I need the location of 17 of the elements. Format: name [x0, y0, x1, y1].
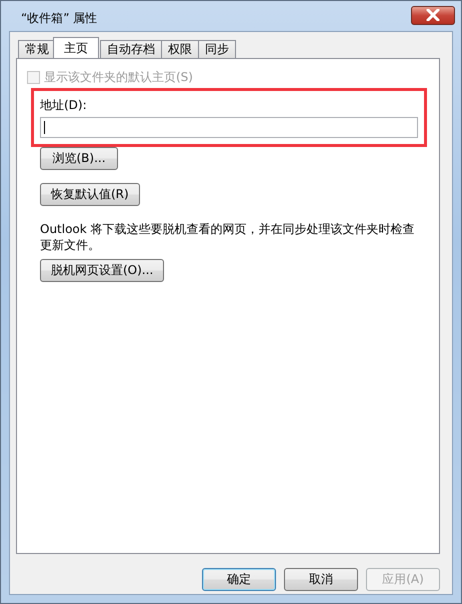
tab[interactable]: 自动存档	[100, 40, 162, 58]
offline-note: Outlook 将下载这些要脱机查看的网页，并在同步处理该文件夹时检查更新文件。	[40, 221, 416, 253]
address-field[interactable]	[40, 117, 418, 138]
restore-default-button[interactable]: 恢复默认值(R)	[40, 183, 140, 206]
tab[interactable]: 同步	[198, 40, 236, 58]
offline-settings-button[interactable]: 脱机网页设置(O)...	[40, 259, 164, 282]
tab[interactable]: 常规	[18, 40, 56, 58]
close-button[interactable]	[411, 6, 455, 24]
browse-button[interactable]: 浏览(B)...	[40, 147, 118, 170]
dialog-button[interactable]: 取消	[284, 568, 358, 591]
address-label: 地址(D):	[40, 97, 88, 114]
close-icon	[426, 9, 440, 21]
checkbox-label: 显示该文件夹的默认主页(S)	[44, 69, 193, 86]
dialog-button[interactable]: 确定	[202, 568, 276, 591]
tab[interactable]: 主页	[53, 37, 99, 58]
tab[interactable]: 权限	[161, 40, 199, 58]
window-title: “收件箱” 属性	[20, 10, 98, 26]
